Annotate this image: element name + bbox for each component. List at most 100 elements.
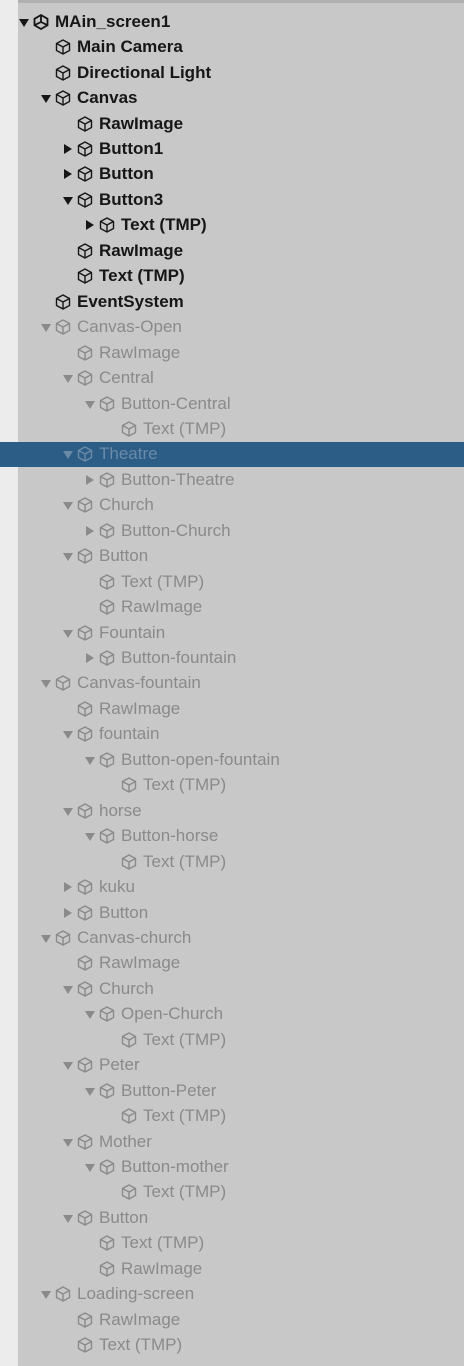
- hierarchy-item[interactable]: fountain: [18, 722, 464, 748]
- expand-arrow-down-icon[interactable]: [62, 983, 74, 995]
- hierarchy-item[interactable]: Mother: [18, 1129, 464, 1155]
- hierarchy-item[interactable]: Text (TMP): [18, 416, 464, 442]
- hierarchy-item-label: Text (TMP): [121, 1233, 205, 1253]
- expand-arrow-down-icon[interactable]: [62, 805, 74, 817]
- hierarchy-item[interactable]: Button-fountain: [18, 645, 464, 671]
- hierarchy-item[interactable]: Button: [18, 900, 464, 926]
- gameobject-cube-icon: [54, 674, 72, 692]
- gameobject-cube-icon: [76, 954, 94, 972]
- hierarchy-item[interactable]: Directional Light: [18, 60, 464, 86]
- gameobject-cube-icon: [98, 598, 116, 616]
- expand-arrow-down-icon[interactable]: [40, 321, 52, 333]
- hierarchy-item[interactable]: Canvas-Open: [18, 314, 464, 340]
- expand-arrow-down-icon[interactable]: [84, 830, 96, 842]
- gameobject-cube-icon: [76, 700, 94, 718]
- expand-arrow-down-icon[interactable]: [62, 1059, 74, 1071]
- expand-arrow-down-icon[interactable]: [62, 372, 74, 384]
- gameobject-cube-icon: [76, 547, 94, 565]
- hierarchy-item[interactable]: Text (TMP): [18, 1332, 464, 1358]
- hierarchy-item[interactable]: Canvas-church: [18, 925, 464, 951]
- hierarchy-item[interactable]: RawImage: [18, 340, 464, 366]
- hierarchy-item[interactable]: Text (TMP): [18, 213, 464, 239]
- hierarchy-item[interactable]: horse: [18, 798, 464, 824]
- hierarchy-item[interactable]: Church: [18, 976, 464, 1002]
- hierarchy-item[interactable]: Text (TMP): [18, 264, 464, 290]
- hierarchy-item[interactable]: kuku: [18, 874, 464, 900]
- expand-arrow-down-icon[interactable]: [18, 16, 30, 28]
- hierarchy-item[interactable]: Text (TMP): [18, 849, 464, 875]
- expand-arrow-down-icon[interactable]: [62, 1136, 74, 1148]
- hierarchy-item[interactable]: Button1: [18, 136, 464, 162]
- expand-arrow-down-icon[interactable]: [62, 627, 74, 639]
- expand-arrow-right-icon[interactable]: [84, 474, 96, 486]
- hierarchy-item[interactable]: Button: [18, 1205, 464, 1231]
- hierarchy-item[interactable]: Button-Theatre: [18, 467, 464, 493]
- hierarchy-item[interactable]: Peter: [18, 1053, 464, 1079]
- hierarchy-item[interactable]: Main Camera: [18, 34, 464, 60]
- hierarchy-item-label: RawImage: [99, 342, 181, 362]
- hierarchy-item[interactable]: RawImage: [18, 951, 464, 977]
- hierarchy-item-label: EventSystem: [77, 291, 184, 311]
- hierarchy-item[interactable]: Text (TMP): [18, 1103, 464, 1129]
- hierarchy-item[interactable]: Button-Peter: [18, 1078, 464, 1104]
- hierarchy-item[interactable]: Text (TMP): [18, 773, 464, 799]
- expand-arrow-down-icon[interactable]: [84, 1161, 96, 1173]
- expand-arrow-down-icon[interactable]: [40, 1288, 52, 1300]
- hierarchy-item[interactable]: RawImage: [18, 1307, 464, 1333]
- hierarchy-panel[interactable]: MAin_screen1 Main Camera Directional Ligh…: [0, 3, 464, 1366]
- expand-arrow-down-icon[interactable]: [62, 499, 74, 511]
- expand-arrow-down-icon[interactable]: [62, 194, 74, 206]
- expand-arrow-down-icon[interactable]: [84, 754, 96, 766]
- expand-arrow-down-icon[interactable]: [62, 1212, 74, 1224]
- hierarchy-item[interactable]: RawImage: [18, 238, 464, 264]
- hierarchy-item[interactable]: Fountain: [18, 620, 464, 646]
- hierarchy-item[interactable]: Theatre: [0, 441, 464, 468]
- hierarchy-item[interactable]: Button-mother: [18, 1154, 464, 1180]
- expand-arrow-down-icon[interactable]: [40, 932, 52, 944]
- expand-arrow-down-icon[interactable]: [62, 448, 74, 460]
- hierarchy-item[interactable]: Button: [18, 544, 464, 570]
- expand-arrow-right-icon[interactable]: [84, 525, 96, 537]
- hierarchy-item[interactable]: RawImage: [18, 1256, 464, 1282]
- hierarchy-item[interactable]: Loading-screen: [18, 1282, 464, 1308]
- scene-row[interactable]: MAin_screen1: [18, 9, 464, 35]
- hierarchy-item[interactable]: EventSystem: [18, 289, 464, 315]
- expand-arrow-right-icon[interactable]: [84, 652, 96, 664]
- expand-arrow-down-icon[interactable]: [40, 677, 52, 689]
- expand-arrow-right-icon[interactable]: [62, 143, 74, 155]
- hierarchy-item[interactable]: Button3: [18, 187, 464, 213]
- hierarchy-item[interactable]: Button-Church: [18, 518, 464, 544]
- hierarchy-item[interactable]: Open-Church: [18, 1002, 464, 1028]
- expand-arrow-right-icon[interactable]: [62, 907, 74, 919]
- hierarchy-item[interactable]: Button-open-fountain: [18, 747, 464, 773]
- hierarchy-item-label: Text (TMP): [143, 851, 227, 871]
- hierarchy-item[interactable]: Button-Central: [18, 391, 464, 417]
- expand-arrow-right-icon[interactable]: [84, 219, 96, 231]
- hierarchy-item[interactable]: Text (TMP): [18, 569, 464, 595]
- hierarchy-item[interactable]: RawImage: [18, 696, 464, 722]
- hierarchy-item-label: Canvas: [77, 88, 138, 108]
- hierarchy-item[interactable]: Text (TMP): [18, 1027, 464, 1053]
- hierarchy-item[interactable]: RawImage: [18, 594, 464, 620]
- hierarchy-item[interactable]: Button: [18, 162, 464, 188]
- expand-arrow-down-icon[interactable]: [84, 398, 96, 410]
- hierarchy-item[interactable]: Button-horse: [18, 823, 464, 849]
- hierarchy-item[interactable]: Central: [18, 365, 464, 391]
- hierarchy-item[interactable]: Canvas-fountain: [18, 671, 464, 697]
- gameobject-cube-icon: [76, 267, 94, 285]
- expand-arrow-down-icon[interactable]: [84, 1008, 96, 1020]
- hierarchy-item[interactable]: Text (TMP): [18, 1180, 464, 1206]
- hierarchy-item-label: Loading-screen: [77, 1284, 195, 1304]
- expand-arrow-right-icon[interactable]: [62, 168, 74, 180]
- expand-arrow-right-icon[interactable]: [62, 881, 74, 893]
- hierarchy-item[interactable]: Church: [18, 493, 464, 519]
- expand-arrow-down-icon[interactable]: [84, 1085, 96, 1097]
- hierarchy-item[interactable]: Text (TMP): [18, 1231, 464, 1257]
- gameobject-cube-icon: [98, 1260, 116, 1278]
- expand-arrow-down-icon[interactable]: [62, 550, 74, 562]
- expand-arrow-down-icon[interactable]: [40, 92, 52, 104]
- hierarchy-item[interactable]: Canvas: [18, 85, 464, 111]
- hierarchy-item[interactable]: RawImage: [18, 111, 464, 137]
- expand-arrow-down-icon[interactable]: [62, 728, 74, 740]
- hierarchy-item-label: Button-Theatre: [121, 469, 235, 489]
